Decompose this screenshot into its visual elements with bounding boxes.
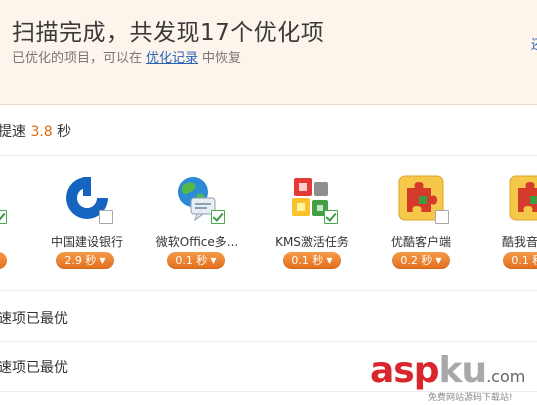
row-status-text: 速项已最优 bbox=[0, 360, 68, 376]
startup-item[interactable] bbox=[0, 174, 22, 284]
restore-hint-suffix: 中恢复 bbox=[202, 51, 242, 66]
restore-hint: 已优化的项目，可以在 优化记录 中恢复 bbox=[12, 47, 241, 66]
watermark-logo: aspku.com bbox=[370, 350, 526, 391]
item-label: 微软Office多... bbox=[155, 235, 239, 249]
item-checkbox[interactable] bbox=[99, 210, 113, 224]
puzzle-icon bbox=[508, 174, 537, 222]
optimization-history-link[interactable]: 优化记录 bbox=[146, 51, 198, 66]
item-checkbox[interactable] bbox=[324, 210, 338, 224]
startup-item[interactable]: 优酷客户端 0.2 秒 ▼ bbox=[369, 174, 469, 284]
item-checkbox[interactable] bbox=[435, 210, 449, 224]
optimized-section-row: 速项已最优 bbox=[0, 290, 537, 342]
item-label: 酷我音 bbox=[502, 235, 537, 249]
speedup-value: 3.8 bbox=[30, 124, 53, 140]
speedup-summary-row: 提速 3.8 秒 bbox=[0, 105, 537, 156]
restore-hint-prefix: 已优化的项目，可以在 bbox=[12, 51, 143, 66]
scan-result-header: 扫描完成，共发现17个优化项 已优化的项目，可以在优化记录中恢复 还 bbox=[0, 0, 537, 105]
speedup-unit: 秒 bbox=[57, 124, 72, 140]
item-label: KMS激活任务 bbox=[275, 235, 349, 249]
delay-time-dropdown[interactable]: 2.9 秒 ▼ bbox=[56, 252, 114, 269]
restore-link-edge[interactable]: 还 bbox=[531, 34, 537, 52]
watermark-tagline: 免费网站源码下载站! bbox=[428, 393, 513, 403]
row-status-text: 速项已最优 bbox=[0, 311, 68, 327]
startup-item[interactable]: KMS激活任务 0.1 秒 ▼ bbox=[260, 174, 360, 284]
item-label: 中国建设银行 bbox=[50, 235, 123, 249]
delay-time-dropdown[interactable]: 0.2 秒 ▼ bbox=[392, 252, 450, 269]
delay-time-dropdown[interactable]: 0.1 秒▼ bbox=[503, 252, 537, 269]
startup-item[interactable]: 中国建设银行 2.9 秒 ▼ bbox=[35, 174, 135, 284]
item-checkbox[interactable] bbox=[211, 210, 225, 224]
speedup-prefix: 提速 bbox=[0, 124, 26, 140]
startup-item[interactable]: 酷我音 0.1 秒▼ bbox=[480, 174, 537, 284]
startup-item[interactable]: 微软Office多... 0.1 秒 ▼ bbox=[145, 174, 245, 284]
page-title: 扫描完成，共发现17个优化项 bbox=[12, 20, 325, 46]
delay-time-dropdown[interactable]: 0.1 秒▼ bbox=[283, 252, 341, 269]
startup-items-list: 中国建设银行 2.9 秒 ▼ 微软Office多... 0.1 秒 ▼ KMS激… bbox=[0, 160, 537, 280]
item-checkbox[interactable] bbox=[0, 210, 7, 224]
delay-time-dropdown[interactable] bbox=[0, 252, 7, 269]
site-watermark: aspku.com 免费网站源码下载站! bbox=[370, 350, 537, 403]
item-label: 优酷客户端 bbox=[390, 235, 451, 249]
delay-time-dropdown[interactable]: 0.1 秒▼ bbox=[167, 252, 225, 269]
